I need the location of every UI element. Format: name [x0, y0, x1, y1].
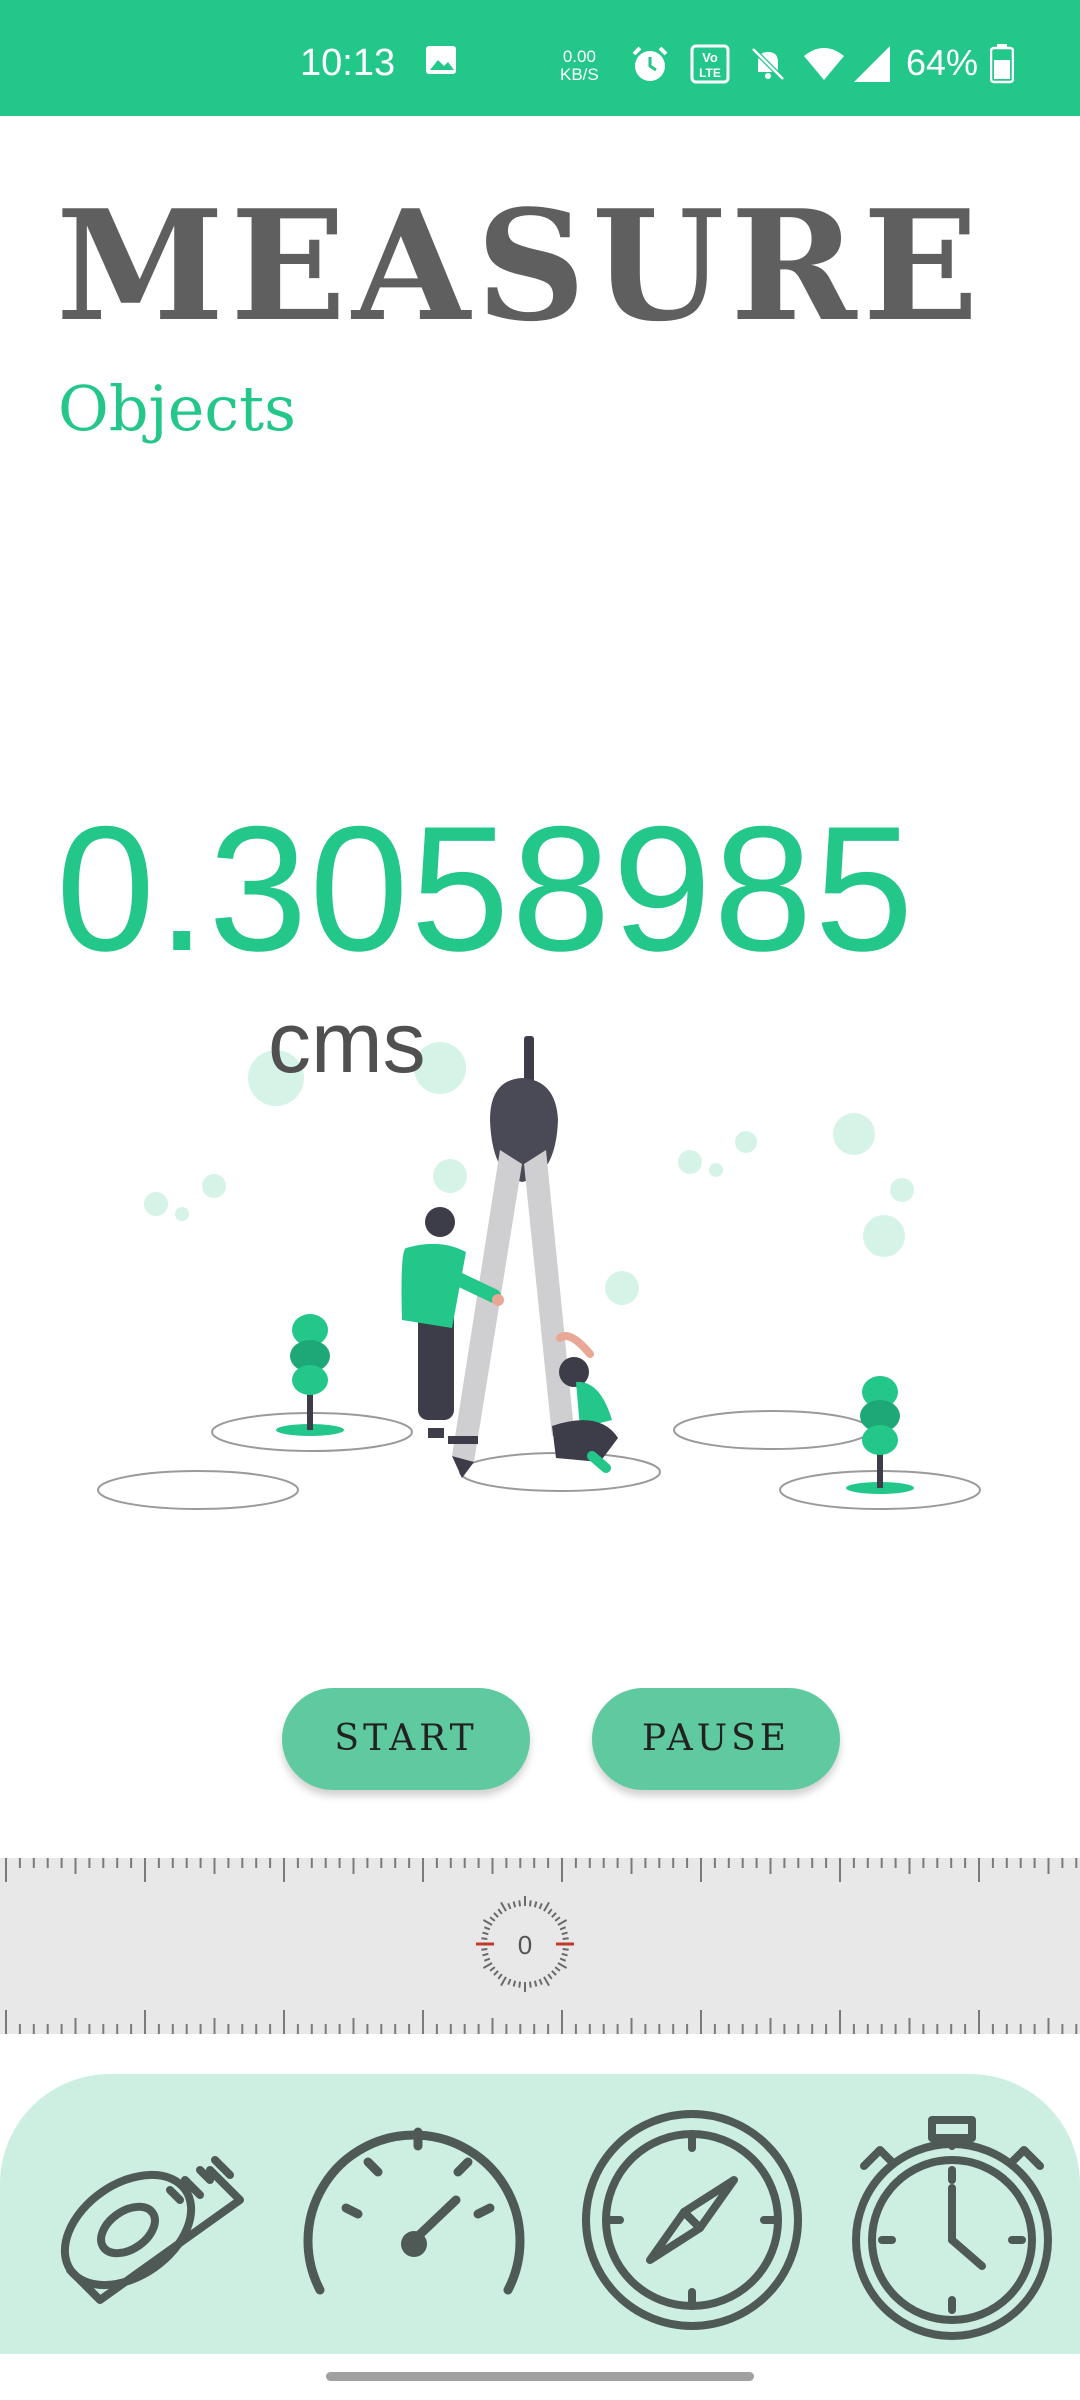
- dial-tick: [562, 1937, 569, 1941]
- signal-icon: [854, 46, 890, 82]
- alarm-icon: [632, 46, 668, 81]
- battery-percent: 64%: [906, 42, 979, 83]
- dial-tick: [538, 1902, 543, 1910]
- dial-tick: [497, 1973, 503, 1980]
- stopwatch-icon: [852, 2116, 1052, 2340]
- status-bar: 10:13 0.00 KB/S Vo LTE 64%: [0, 0, 1080, 116]
- dial-tick: [543, 1976, 550, 1987]
- dial-tick: [512, 1980, 517, 1987]
- dial-tick: [557, 1962, 568, 1969]
- dock-compass[interactable]: [570, 2090, 810, 2340]
- status-time: 10:13: [300, 42, 396, 84]
- ruler-slider[interactable]: 0: [0, 1858, 1080, 2034]
- dial-tick: [561, 1931, 568, 1936]
- measurement-unit: cms: [268, 995, 426, 1091]
- dial-tick: [559, 1926, 567, 1931]
- dial-tick: [481, 1937, 488, 1941]
- dial-tick: [561, 1952, 568, 1957]
- battery-icon: [990, 44, 1014, 84]
- page-title: MEASURE: [56, 176, 985, 355]
- dock-stopwatch[interactable]: [840, 2090, 1080, 2340]
- dial-tick: [497, 1908, 503, 1915]
- mute-icon: [751, 47, 785, 81]
- dock-tape-measure[interactable]: [40, 2090, 280, 2340]
- dial-tick: [482, 1931, 489, 1936]
- measuring-illustration: [97, 1036, 981, 1510]
- dial-tick: [538, 1978, 543, 1986]
- dial-tick: [528, 1900, 532, 1907]
- dial-tick: [482, 1962, 493, 1969]
- svg-text:LTE: LTE: [699, 66, 721, 80]
- dial-tick: [493, 1912, 499, 1918]
- ruler-scale: 0: [5, 1858, 1078, 2034]
- ruler-dial[interactable]: 0: [476, 1896, 574, 1992]
- page-subtitle: Objects: [58, 372, 296, 445]
- pause-button[interactable]: PAUSE: [592, 1688, 840, 1790]
- dial-tick: [483, 1926, 491, 1931]
- dial-tick: [512, 1901, 517, 1908]
- dial-tick: [557, 1919, 568, 1926]
- speedometer-icon: [303, 2127, 525, 2295]
- dial-tick: [507, 1902, 512, 1910]
- ruler-center-value: 0: [518, 1930, 532, 1960]
- home-indicator[interactable]: [326, 2372, 754, 2381]
- dial-tick: [500, 1901, 507, 1912]
- dial-tick: [482, 1919, 493, 1926]
- dial-tick: [554, 1916, 561, 1922]
- volte-icon: Vo LTE: [690, 44, 730, 84]
- image-icon: [426, 46, 456, 74]
- dial-tick: [500, 1976, 507, 1987]
- dock-speedometer[interactable]: [298, 2090, 538, 2340]
- dial-tick: [547, 1973, 553, 1980]
- dial-tick: [543, 1901, 550, 1912]
- start-button[interactable]: START: [282, 1688, 530, 1790]
- svg-text:Vo: Vo: [702, 50, 718, 65]
- dial-tick: [518, 1981, 522, 1988]
- dial-tick: [551, 1970, 557, 1976]
- dial-tick: [533, 1901, 538, 1908]
- dial-tick: [547, 1908, 553, 1915]
- dial-tick: [481, 1947, 488, 1951]
- dial-tick: [533, 1980, 538, 1987]
- dial-tick: [507, 1978, 512, 1986]
- wifi-icon: [804, 48, 844, 80]
- dial-tick: [559, 1957, 567, 1962]
- dial-tick: [489, 1966, 496, 1972]
- dial-tick: [483, 1957, 491, 1962]
- dial-tick: [482, 1952, 489, 1957]
- compass-icon: [582, 2110, 802, 2330]
- tape-measure-icon: [60, 2156, 244, 2304]
- network-speed: 0.00 KB/S: [560, 47, 599, 84]
- dial-tick: [493, 1970, 499, 1976]
- dial-tick: [562, 1947, 569, 1951]
- measurement-value: 0.3058985: [56, 789, 916, 988]
- dial-tick: [518, 1900, 522, 1907]
- dial-tick: [528, 1981, 532, 1988]
- dial-tick: [551, 1912, 557, 1918]
- dial-tick: [489, 1916, 496, 1922]
- dial-tick: [554, 1966, 561, 1972]
